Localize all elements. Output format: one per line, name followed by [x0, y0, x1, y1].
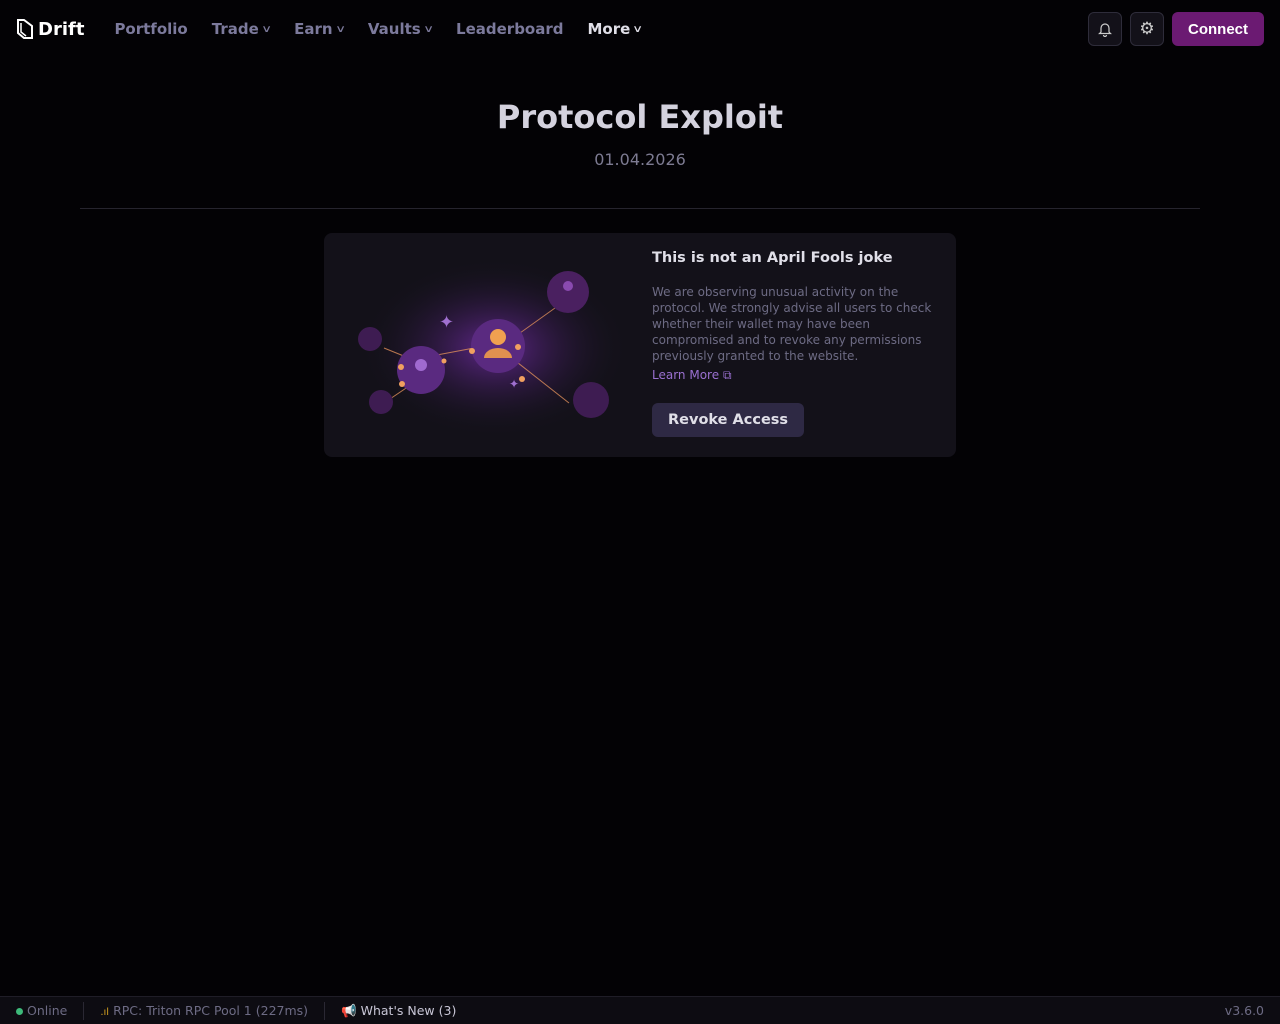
svg-text:✦: ✦ [439, 312, 454, 333]
notifications-button[interactable] [1088, 12, 1122, 46]
drift-logo-icon [17, 19, 33, 39]
status-label: Online [27, 1003, 68, 1018]
online-dot-icon [16, 1008, 23, 1015]
nav-more[interactable]: More ∨ [587, 20, 644, 38]
logo-text: Drift [38, 18, 85, 40]
page-date: 01.04.2026 [594, 150, 686, 169]
connection-status: Online [16, 1003, 67, 1018]
chevron-down-icon: ∨ [334, 23, 346, 35]
rpc-status[interactable]: .ıl RPC: Triton RPC Pool 1 (227ms) [100, 1003, 308, 1018]
page-title: Protocol Exploit [496, 98, 784, 136]
nav-label: Vaults [367, 20, 421, 38]
card-title: This is not an April Fools joke [652, 250, 893, 266]
chevron-down-icon: ∨ [422, 23, 434, 35]
top-nav: Drift Portfolio Trade ∨ Earn ∨ Vaults ∨ Lea… [0, 0, 1280, 58]
chevron-down-icon: ∨ [632, 23, 644, 35]
nav-label: Leaderboard [456, 20, 564, 38]
bell-icon [1098, 23, 1112, 37]
gear-icon: ⚙ [1139, 19, 1155, 39]
status-bar: Online .ıl RPC: Triton RPC Pool 1 (227ms… [0, 996, 1280, 1024]
nav-label: More [587, 20, 631, 38]
learn-more-link[interactable]: Learn More ⧉ [652, 368, 732, 383]
svg-text:✦: ✦ [509, 377, 519, 391]
revoke-access-button[interactable]: Revoke Access [652, 403, 805, 437]
nav-vaults[interactable]: Vaults ∨ [367, 20, 434, 38]
whats-new-button[interactable]: 📢 What's New (3) [341, 1003, 456, 1019]
rpc-label: RPC: Triton RPC Pool 1 (227ms) [113, 1003, 309, 1018]
nav-label: Portfolio [114, 20, 188, 38]
nav-earn[interactable]: Earn ∨ [294, 20, 346, 38]
settings-button[interactable]: ⚙ [1130, 12, 1164, 46]
nav-trade[interactable]: Trade ∨ [211, 20, 272, 38]
divider [324, 1001, 326, 1020]
nav-leaderboard[interactable]: Leaderboard [456, 20, 563, 38]
nav-label: Trade [211, 20, 259, 38]
megaphone-icon: 📢 [341, 1002, 357, 1018]
version: v3.6.0 [1224, 1003, 1264, 1018]
divider [80, 208, 1200, 209]
nav-label: Earn [294, 20, 333, 38]
drift-logo[interactable]: Drift [16, 18, 84, 40]
chevron-down-icon: ∨ [260, 23, 272, 35]
connect-button[interactable]: Connect [1172, 12, 1264, 46]
external-link-icon: ⧉ [722, 368, 732, 382]
divider [83, 1001, 85, 1020]
signal-icon: .ıl [100, 1007, 110, 1018]
learn-more-label: Learn More [652, 368, 720, 382]
card-body: We are observing unusual activity on the… [652, 285, 932, 363]
whats-new-label: What's New (3) [360, 1002, 457, 1018]
nav-portfolio[interactable]: Portfolio [114, 20, 187, 38]
exploit-notice-card: ✦ ✦ This is not an April Fools joke We ar… [324, 233, 956, 457]
network-illustration: ✦✦ [358, 258, 624, 438]
